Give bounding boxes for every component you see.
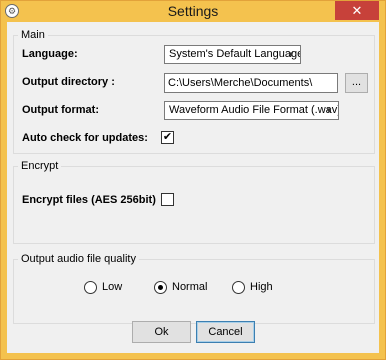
- quality-high-radio[interactable]: [232, 281, 245, 294]
- language-label: Language:: [22, 48, 78, 60]
- cancel-button-label: Cancel: [208, 326, 243, 338]
- settings-window: ⚙ Settings ✕ Main Language: System's Def…: [0, 0, 386, 360]
- ok-button[interactable]: Ok: [132, 321, 191, 343]
- encrypt-files-label: Encrypt files (AES 256bit): [22, 194, 156, 206]
- output-format-dropdown-value: Waveform Audio File Format (.wav): [169, 104, 339, 116]
- language-dropdown[interactable]: System's Default Language ▼: [164, 45, 301, 64]
- encrypt-group-legend: Encrypt: [18, 160, 62, 172]
- main-group: Main Language: System's Default Language…: [13, 29, 375, 154]
- title-bar[interactable]: ⚙ Settings ✕: [1, 1, 385, 22]
- output-format-label: Output format:: [22, 104, 99, 116]
- cancel-button[interactable]: Cancel: [196, 321, 255, 343]
- dialog-body: Main Language: System's Default Language…: [7, 22, 379, 353]
- window-title: Settings: [167, 3, 219, 19]
- quality-group: Output audio file quality Low Normal Hig…: [13, 253, 375, 324]
- auto-check-checkbox[interactable]: ✔: [161, 131, 174, 144]
- chevron-down-icon: ▼: [325, 106, 333, 115]
- chevron-down-icon: ▼: [287, 50, 295, 59]
- encrypt-group: Encrypt Encrypt files (AES 256bit): [13, 160, 375, 244]
- output-directory-label: Output directory :: [22, 76, 115, 88]
- main-group-legend: Main: [18, 29, 48, 41]
- encrypt-files-checkbox[interactable]: [161, 193, 174, 206]
- language-dropdown-value: System's Default Language: [169, 48, 301, 60]
- output-format-dropdown[interactable]: Waveform Audio File Format (.wav) ▼: [164, 101, 339, 120]
- quality-normal-radio[interactable]: [154, 281, 167, 294]
- quality-high-label[interactable]: High: [250, 281, 273, 293]
- output-directory-input[interactable]: C:\Users\Merche\Documents\: [164, 73, 338, 93]
- quality-normal-label[interactable]: Normal: [172, 281, 207, 293]
- close-button[interactable]: ✕: [335, 1, 379, 20]
- ok-button-label: Ok: [154, 326, 169, 338]
- close-icon: ✕: [351, 2, 363, 18]
- output-directory-value: C:\Users\Merche\Documents\: [168, 77, 313, 89]
- browse-button[interactable]: ...: [345, 73, 368, 93]
- quality-low-label[interactable]: Low: [102, 281, 122, 293]
- quality-low-radio[interactable]: [84, 281, 97, 294]
- quality-group-legend: Output audio file quality: [18, 253, 139, 265]
- check-icon: ✔: [162, 131, 173, 143]
- browse-button-label: ...: [351, 76, 362, 88]
- auto-check-label: Auto check for updates:: [22, 132, 148, 144]
